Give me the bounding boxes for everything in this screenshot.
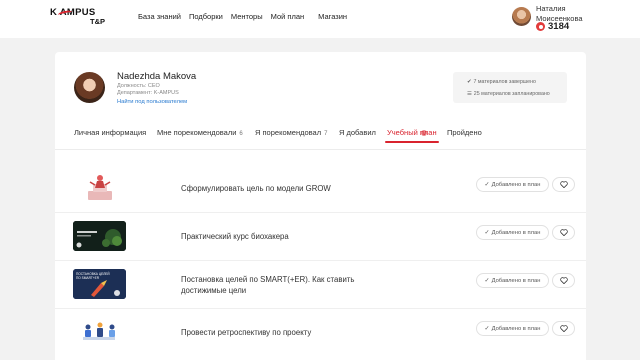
kampus-logo[interactable]: K AMPUS T&P [50,7,110,29]
tabs-divider [55,149,586,150]
added-to-plan-button[interactable]: ✓ Добавлено в план [476,273,549,288]
tab-i-recommended[interactable]: Я порекомендовал 7 [255,128,327,137]
stat-completed-text: 7 материалов завершено [473,79,536,85]
list-item[interactable]: Сформулировать цель по модели GROW ✓ Доба… [73,167,575,214]
tab-label: Я порекомендовал [255,128,322,137]
tab-label: Мне порекомендовали [157,128,237,137]
added-label: Добавлено в план [491,181,541,188]
row-divider [55,260,586,261]
favorite-button[interactable] [552,225,575,240]
stats-box: ✔ 7 материалов завершено ☰ 25 материалов з… [453,72,567,103]
logo-subtext: T&P [90,17,105,26]
plan-icon: ☰ [467,91,472,97]
logo-text: K AMPUS [50,7,96,18]
material-title[interactable]: Практический курс биохакера [181,232,371,243]
profile-meta: Должность: CEO Департамент: K-AMPUS [117,83,179,97]
retrospective-illustration-icon [83,322,115,340]
tab-completed[interactable]: Пройдено [447,128,482,137]
check-icon: ✔ [467,79,472,85]
top-navigation-bar: K AMPUS T&P База знаний Подборки Менторы… [0,0,640,38]
profile-card: Nadezhda Makova Должность: CEO Департаме… [55,52,586,360]
thumb-caption: ПОСТАНОВКА ЦЕЛЕЙ ПО SMART+ER [76,272,110,280]
favorite-button[interactable] [552,273,575,288]
tab-count: 7 [324,131,328,137]
profile-name: Nadezhda Makova [117,71,197,82]
nav-shop[interactable]: Магазин [318,12,347,21]
biohacker-course-image-icon [73,221,126,251]
find-user-link[interactable]: Найти под пользователем [117,99,187,105]
heart-icon [559,229,568,236]
nav-mentors[interactable]: Менторы [231,12,263,21]
tab-label: Пройдено [447,128,482,137]
profile-avatar [74,72,105,103]
material-thumbnail[interactable] [73,173,126,203]
material-title[interactable]: Сформулировать цель по модели GROW [181,184,371,195]
heart-icon [559,181,568,188]
check-icon: ✓ [484,182,490,188]
profile-position: Должность: CEO [117,83,160,89]
stat-completed: ✔ 7 материалов завершено [467,79,536,85]
main-nav: База знаний Подборки Менторы Мой план Ма… [138,12,355,21]
material-thumbnail[interactable] [73,221,126,251]
check-icon: ✓ [484,278,490,284]
material-title[interactable]: Постановка целей по SMART(+ER). Как став… [181,275,371,296]
added-to-plan-button[interactable]: ✓ Добавлено в план [476,177,549,192]
mouse-cursor [421,130,427,136]
user-first-name: Наталия [536,4,566,13]
added-label: Добавлено в план [491,277,541,284]
added-label: Добавлено в план [491,325,541,332]
nav-collections[interactable]: Подборки [189,12,223,21]
favorite-button[interactable] [552,177,575,192]
list-item[interactable]: ПОСТАНОВКА ЦЕЛЕЙ ПО SMART+ER Постановка … [73,263,575,310]
list-item[interactable]: Провести ретроспективу по проекту ✓ Добав… [73,311,575,358]
tab-count: 6 [239,131,243,137]
heart-icon [559,325,568,332]
added-to-plan-button[interactable]: ✓ Добавлено в план [476,225,549,240]
check-icon: ✓ [484,326,490,332]
tab-label: Я добавил [339,128,376,137]
coin-icon [536,22,545,31]
nav-my-plan[interactable]: Мой план [271,12,305,21]
list-item[interactable]: Практический курс биохакера ✓ Добавлено в… [73,215,575,262]
check-icon: ✓ [484,230,490,236]
coin-balance: 3184 [536,21,569,32]
tab-label: Личная информация [74,128,147,137]
stat-planned: ☰ 25 материалов запланировано [467,91,550,97]
nav-knowledge-base[interactable]: База знаний [138,12,181,21]
user-menu[interactable]: Наталия Моисеенкова 3184 [512,4,602,32]
profile-department: Департамент: K-AMPUS [117,90,179,96]
coin-value: 3184 [548,21,570,32]
tab-label: Учебный план [387,128,437,137]
material-thumbnail[interactable]: ПОСТАНОВКА ЦЕЛЕЙ ПО SMART+ER [73,269,126,299]
material-title[interactable]: Провести ретроспективу по проекту [181,328,371,339]
added-to-plan-button[interactable]: ✓ Добавлено в план [476,321,549,336]
added-label: Добавлено в план [491,229,541,236]
tab-i-added[interactable]: Я добавил [339,128,376,137]
favorite-button[interactable] [552,321,575,336]
tab-personal-info[interactable]: Личная информация [74,128,146,137]
heart-icon [559,277,568,284]
material-thumbnail[interactable] [73,317,126,347]
tab-recommended-to-me[interactable]: Мне порекомендовали 6 [157,128,243,137]
row-divider [55,308,586,309]
user-avatar[interactable] [512,7,531,26]
stat-planned-text: 25 материалов запланировано [473,91,550,97]
grow-illustration-icon [88,175,112,200]
row-divider [55,212,586,213]
tab-study-plan[interactable]: Учебный план [385,128,439,143]
